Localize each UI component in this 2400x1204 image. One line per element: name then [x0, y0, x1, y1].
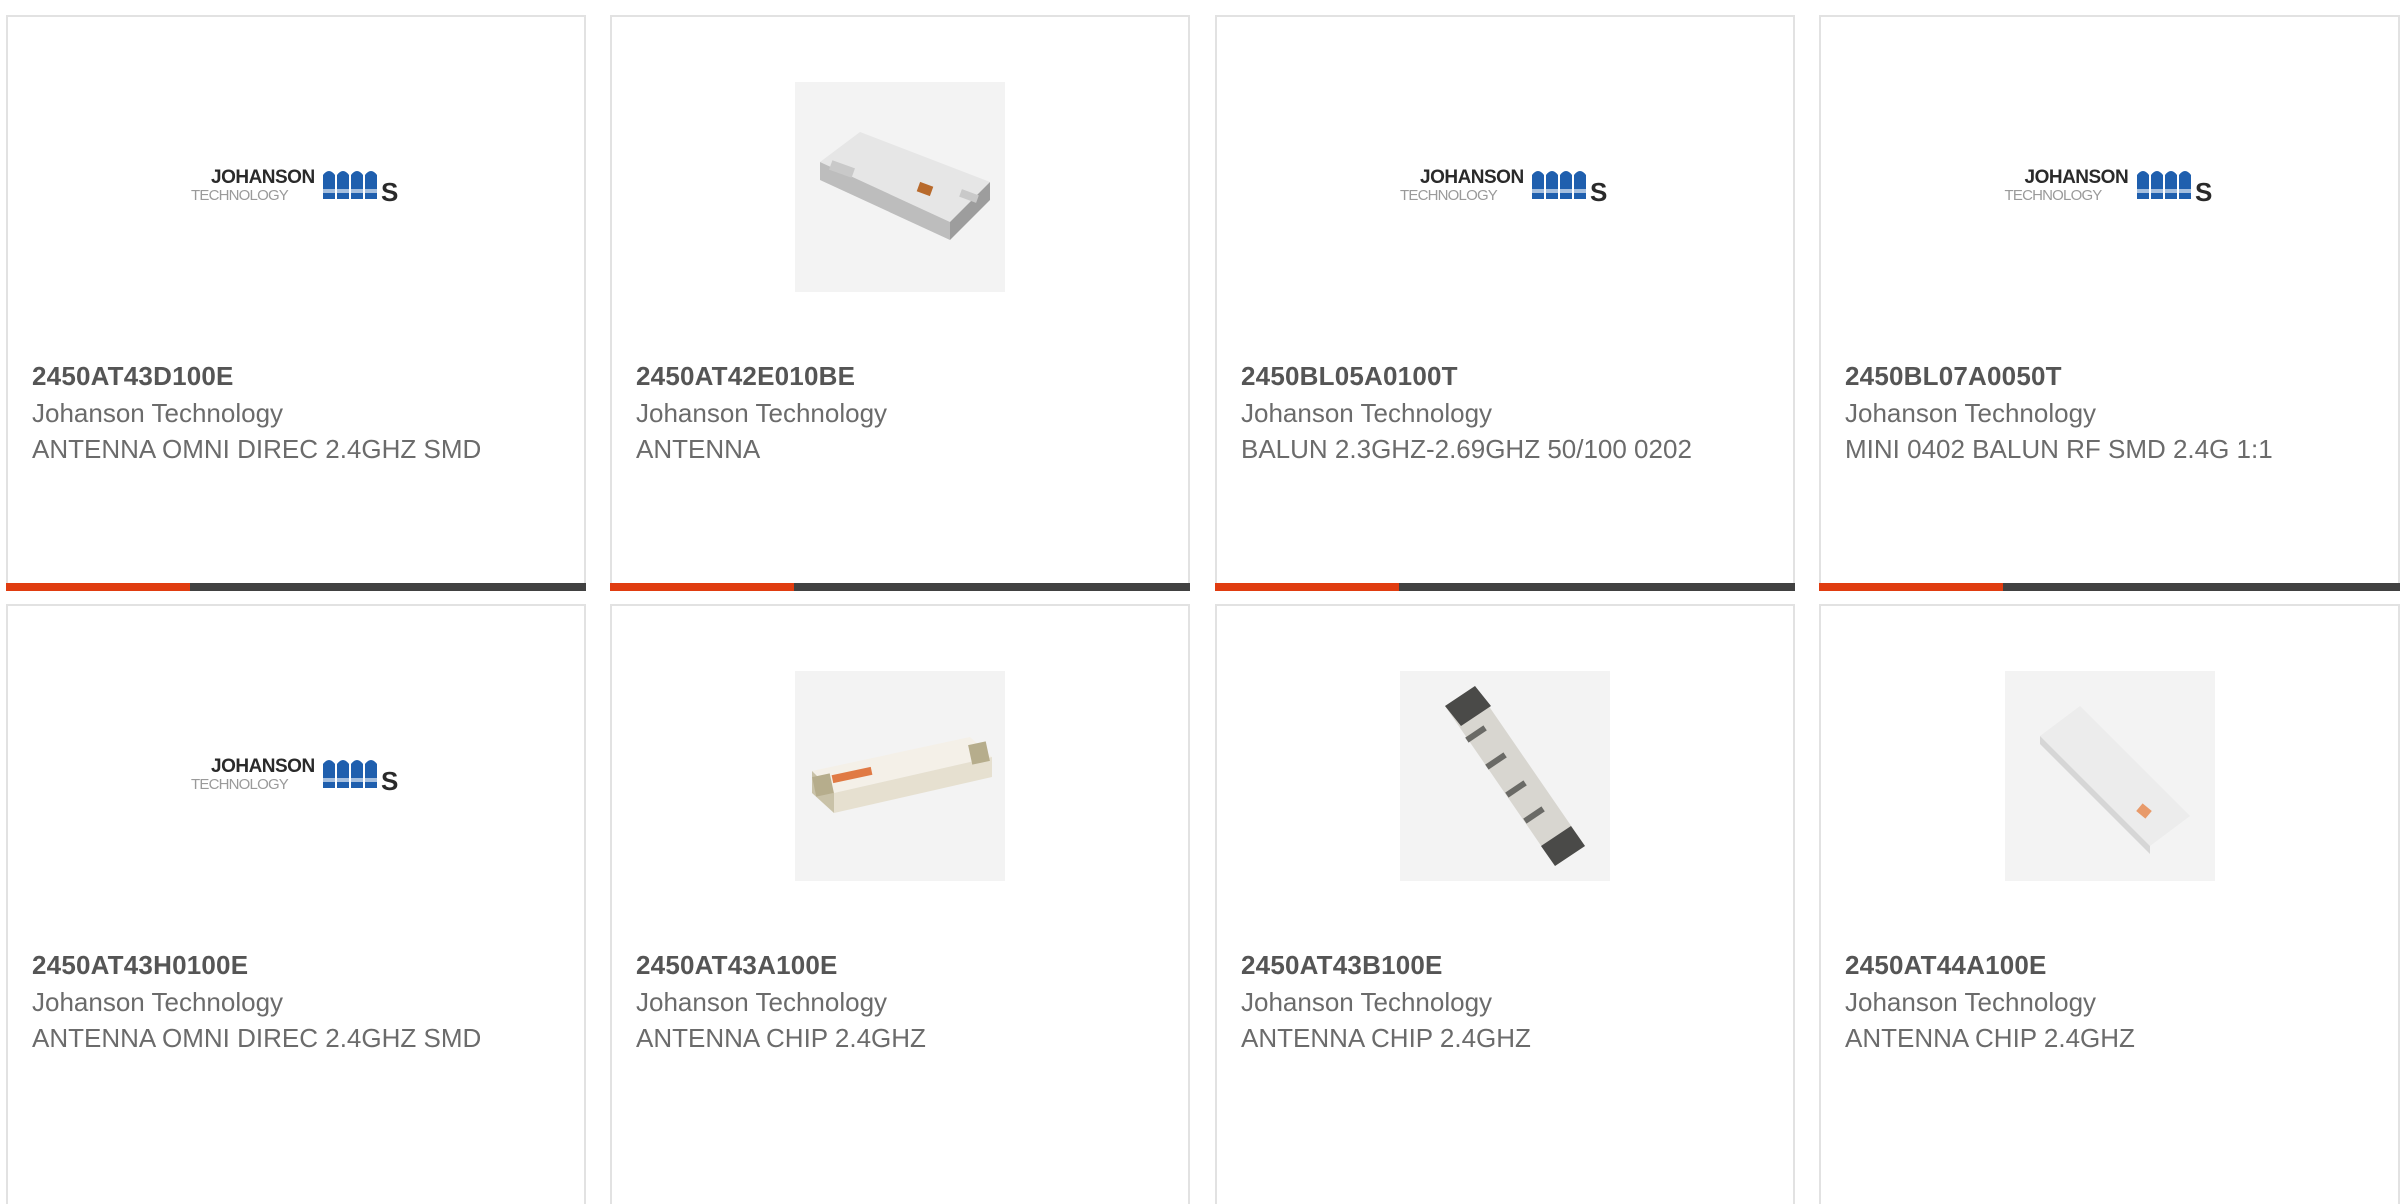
- description-label: ANTENNA OMNI DIREC 2.4GHZ SMD: [32, 434, 482, 464]
- manufacturer-label: Johanson Technology: [1241, 398, 1493, 428]
- product-image[interactable]: JOHANSON TECHNOLOGY S: [1217, 82, 1793, 292]
- card-progress-bar: [1215, 583, 1795, 591]
- manufacturer-label: Johanson Technology: [1845, 398, 2097, 428]
- johanson-logo: JOHANSON TECHNOLOGY S: [1400, 167, 1608, 207]
- chip-white-photo: [795, 671, 1005, 881]
- manufacturer-label: Johanson Technology: [1845, 987, 2097, 1017]
- product-image[interactable]: [612, 82, 1188, 292]
- product-image[interactable]: JOHANSON TECHNOLOGY S: [8, 671, 584, 881]
- svg-text:S: S: [2195, 177, 2212, 207]
- product-image[interactable]: [612, 671, 1188, 881]
- part-number-link[interactable]: 2450AT43B100E: [1241, 946, 1769, 984]
- product-card[interactable]: 2450AT43B100E Johanson Technology ANTENN…: [1215, 604, 1795, 1204]
- part-number-link[interactable]: 2450AT43H0100E: [32, 946, 560, 984]
- product-card[interactable]: JOHANSON TECHNOLOGY S 2450AT43D100E Joha…: [6, 15, 586, 591]
- chip-flat-photo: [795, 82, 1005, 292]
- manufacturer-label: Johanson Technology: [636, 987, 888, 1017]
- product-image[interactable]: JOHANSON TECHNOLOGY S: [8, 82, 584, 292]
- product-image[interactable]: [1821, 671, 2398, 881]
- product-card[interactable]: JOHANSON TECHNOLOGY S 2450AT43H0100E Joh…: [6, 604, 586, 1204]
- chip-dark-photo: [1400, 671, 1610, 881]
- part-number-link[interactable]: 2450AT44A100E: [1845, 946, 2374, 984]
- part-number-link[interactable]: 2450AT43A100E: [636, 946, 1164, 984]
- johanson-logo: JOHANSON TECHNOLOGY S: [191, 167, 399, 207]
- description-label: BALUN 2.3GHZ-2.69GHZ 50/100 0202: [1241, 434, 1692, 464]
- chip-clear-photo: [2004, 671, 2215, 881]
- product-image[interactable]: [1217, 671, 1793, 881]
- product-image[interactable]: JOHANSON TECHNOLOGY S: [1821, 82, 2398, 292]
- part-number-link[interactable]: 2450BL07A0050T: [1845, 357, 2374, 395]
- part-number-link[interactable]: 2450BL05A0100T: [1241, 357, 1769, 395]
- part-number-link[interactable]: 2450AT43D100E: [32, 357, 560, 395]
- product-card[interactable]: JOHANSON TECHNOLOGY S 2450BL07A0050T Joh…: [1819, 15, 2400, 591]
- card-progress-bar: [6, 583, 586, 591]
- manufacturer-label: Johanson Technology: [1241, 987, 1493, 1017]
- product-card[interactable]: JOHANSON TECHNOLOGY S 2450BL05A0100T Joh…: [1215, 15, 1795, 591]
- product-card[interactable]: 2450AT44A100E Johanson Technology ANTENN…: [1819, 604, 2400, 1204]
- description-label: ANTENNA CHIP 2.4GHZ: [1845, 1023, 2135, 1053]
- card-progress-bar: [1819, 583, 2400, 591]
- description-label: ANTENNA CHIP 2.4GHZ: [636, 1023, 926, 1053]
- card-progress-bar: [610, 583, 1190, 591]
- description-label: ANTENNA: [636, 434, 761, 464]
- description-label: MINI 0402 BALUN RF SMD 2.4G 1:1: [1845, 434, 2273, 464]
- product-card[interactable]: 2450AT42E010BE Johanson Technology ANTEN…: [610, 15, 1190, 591]
- description-label: ANTENNA CHIP 2.4GHZ: [1241, 1023, 1531, 1053]
- johanson-logo: JOHANSON TECHNOLOGY S: [191, 756, 399, 796]
- product-grid: JOHANSON TECHNOLOGY S 2450AT43D100E Joha…: [0, 0, 2400, 1204]
- svg-text:S: S: [1590, 177, 1607, 207]
- svg-text:S: S: [381, 766, 398, 796]
- johanson-logo: JOHANSON TECHNOLOGY S: [2004, 167, 2212, 207]
- description-label: ANTENNA OMNI DIREC 2.4GHZ SMD: [32, 1023, 482, 1053]
- product-card[interactable]: 2450AT43A100E Johanson Technology ANTENN…: [610, 604, 1190, 1204]
- part-number-link[interactable]: 2450AT42E010BE: [636, 357, 1164, 395]
- manufacturer-label: Johanson Technology: [32, 398, 284, 428]
- svg-text:S: S: [381, 177, 398, 207]
- manufacturer-label: Johanson Technology: [636, 398, 888, 428]
- manufacturer-label: Johanson Technology: [32, 987, 284, 1017]
